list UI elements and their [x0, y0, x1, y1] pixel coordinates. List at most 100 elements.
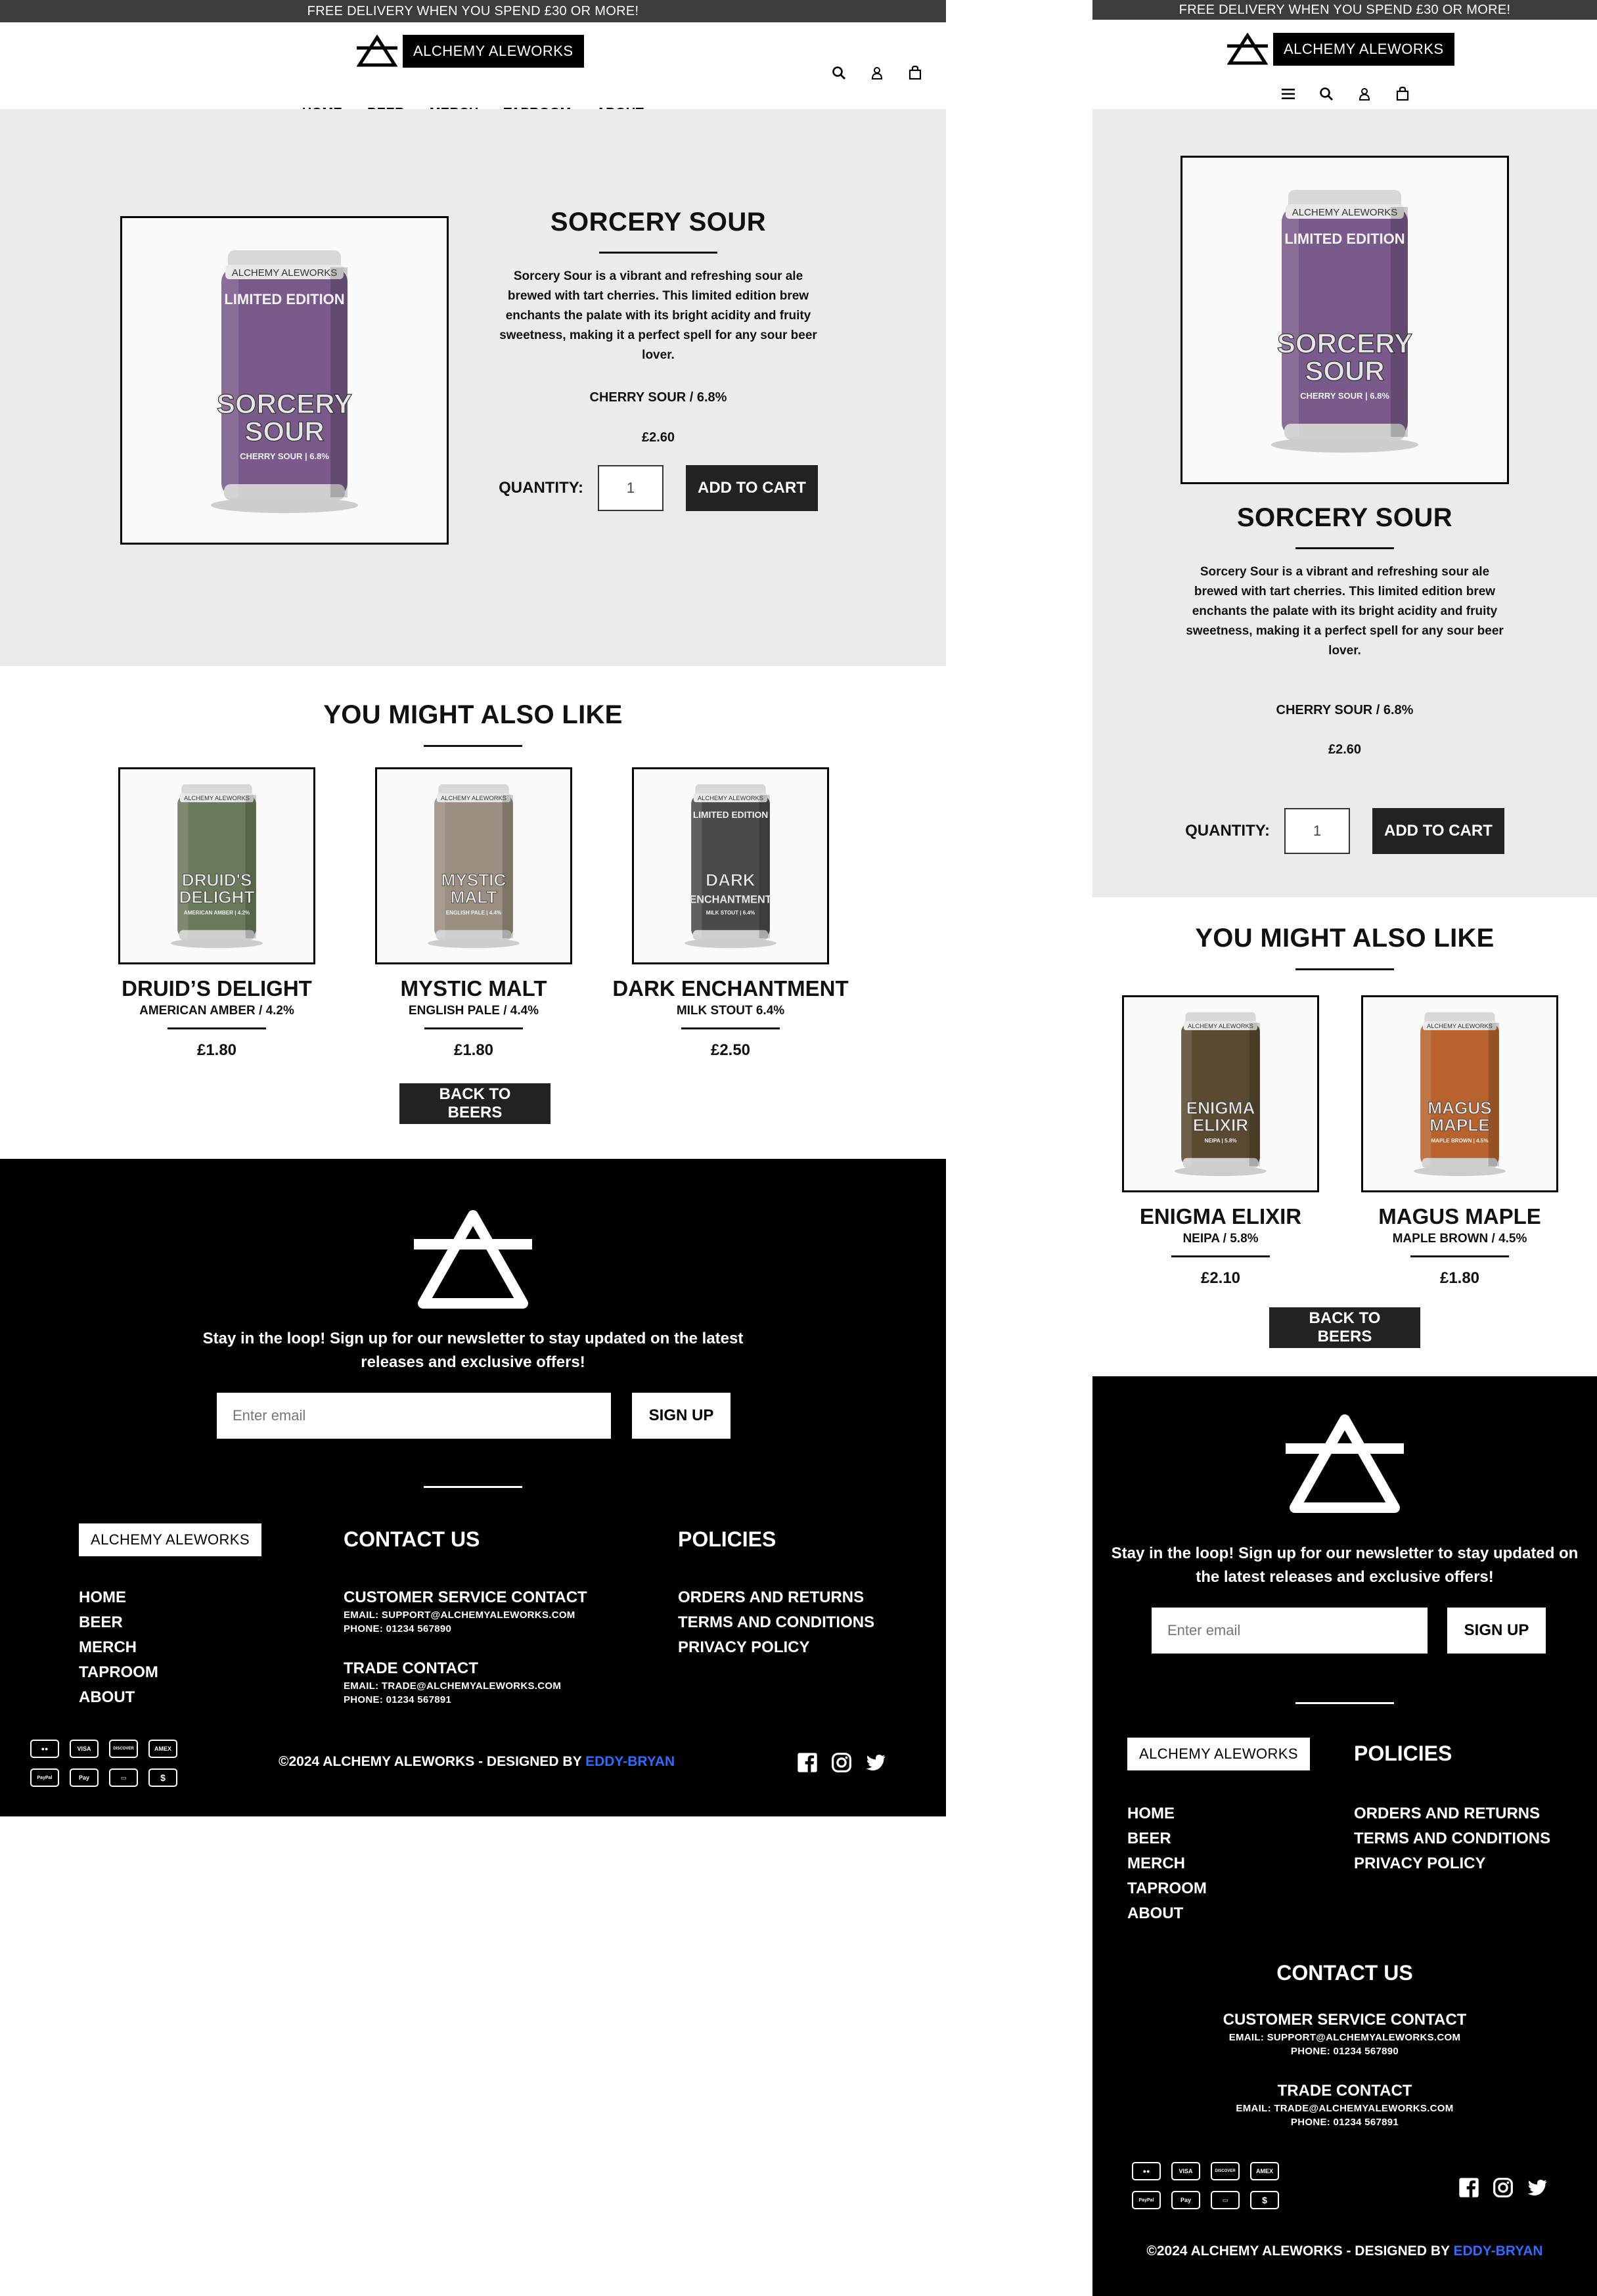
user-icon[interactable]: [867, 63, 887, 83]
policy-terms[interactable]: TERMS AND CONDITIONS: [678, 1613, 874, 1632]
footer-link-beer[interactable]: BEER: [79, 1613, 158, 1632]
facebook-icon[interactable]: [1458, 2176, 1480, 2199]
product-can-image: ALCHEMY ALEWORKS LIMITED EDITION SORCERY SO…: [206, 241, 363, 520]
svg-text:CHERRY SOUR | 6.8%: CHERRY SOUR | 6.8%: [1300, 391, 1389, 401]
related-image-frame: ALCHEMY ALEWORKS MYSTIC MALT ENGLISH PALE |…: [375, 767, 572, 964]
policy-orders-returns[interactable]: ORDERS AND RETURNS: [678, 1588, 874, 1607]
policy-terms[interactable]: TERMS AND CONDITIONS: [1354, 1830, 1550, 1848]
svg-text:ELIXIR: ELIXIR: [1193, 1115, 1248, 1135]
footer-link-about[interactable]: ABOUT: [1127, 1904, 1207, 1923]
related-name: DARK ENCHANTMENT: [612, 976, 849, 1001]
customer-service-email[interactable]: EMAIL: SUPPORT@ALCHEMYALEWORKS.COM: [1092, 2032, 1597, 2043]
related-price: £1.80: [1439, 1269, 1480, 1287]
footer-link-beer[interactable]: BEER: [1127, 1830, 1207, 1848]
search-icon[interactable]: [1316, 84, 1336, 104]
svg-text:DELIGHT: DELIGHT: [179, 887, 255, 907]
hamburger-icon[interactable]: [1278, 84, 1298, 104]
footer-link-merch[interactable]: MERCH: [1127, 1855, 1207, 1873]
trade-email[interactable]: EMAIL: TRADE@ALCHEMYALEWORKS.COM: [344, 1680, 561, 1692]
related-card[interactable]: ALCHEMY ALEWORKS MYSTIC MALT ENGLISH PALE |…: [342, 767, 605, 1060]
footer-link-home[interactable]: HOME: [1127, 1805, 1207, 1823]
customer-service-title: CUSTOMER SERVICE CONTACT: [344, 1588, 587, 1606]
quantity-input[interactable]: [1284, 808, 1350, 854]
svg-text:SORCERY: SORCERY: [217, 388, 352, 419]
card-icon: ▭: [1211, 2191, 1240, 2209]
payment-methods: ●● VISA DISCOVER AMEX PayPal Pay ▭ $: [30, 1740, 177, 1787]
svg-text:ALCHEMY ALEWORKS: ALCHEMY ALEWORKS: [1188, 1023, 1253, 1029]
svg-text:DARK: DARK: [706, 870, 755, 889]
policy-privacy[interactable]: PRIVACY POLICY: [678, 1638, 874, 1657]
related-can-image: ALCHEMY ALEWORKS MAGUS MAPLE MAPLE BROWN | …: [1410, 1006, 1509, 1182]
contact-heading: CONTACT US: [1276, 1961, 1413, 1985]
trade-email[interactable]: EMAIL: TRADE@ALCHEMYALEWORKS.COM: [1092, 2103, 1597, 2114]
related-card-divider: [424, 1027, 523, 1029]
mastercard-icon: ●●: [1132, 2162, 1161, 2180]
product-style: CHERRY SOUR / 6.8%: [589, 390, 727, 405]
footer-link-home[interactable]: HOME: [79, 1588, 158, 1607]
footer-logo[interactable]: ALCHEMY ALEWORKS: [79, 1523, 261, 1556]
footer-link-taproom[interactable]: TAPROOM: [1127, 1880, 1207, 1898]
related-card[interactable]: ALCHEMY ALEWORKS MAGUS MAPLE MAPLE BROWN | …: [1351, 995, 1568, 1288]
payment-methods: ●● VISA DISCOVER AMEX PayPal Pay ▭ $: [1132, 2162, 1279, 2209]
site-header: ALCHEMY ALEWORKS HOME BEER MERCH TAPROOM…: [0, 22, 946, 120]
related-card[interactable]: ALCHEMY ALEWORKS ENIGMA ELIXIR NEIPA | 5.8%…: [1112, 995, 1329, 1288]
quantity-row: QUANTITY: ADD TO CART: [494, 465, 822, 511]
footer-link-about[interactable]: ABOUT: [79, 1688, 158, 1707]
bag-icon[interactable]: [1393, 84, 1412, 104]
search-icon[interactable]: [829, 63, 849, 83]
product-price: £2.60: [1328, 742, 1362, 757]
product-hero: ALCHEMY ALEWORKS LIMITED EDITION SORCERY SO…: [0, 109, 946, 666]
product-price: £2.60: [641, 430, 675, 445]
customer-service-phone[interactable]: PHONE: 01234 567890: [344, 1623, 587, 1634]
designer-link[interactable]: EDDY-BRYAN: [1453, 2243, 1542, 2259]
policies-list: ORDERS AND RETURNS TERMS AND CONDITIONS …: [678, 1588, 874, 1657]
add-to-cart-button[interactable]: ADD TO CART: [685, 465, 818, 511]
newsletter-email-input[interactable]: [1152, 1608, 1428, 1654]
header-icons: [829, 63, 925, 83]
site-logo[interactable]: ALCHEMY ALEWORKS: [1227, 33, 1454, 66]
svg-text:MYSTIC: MYSTIC: [441, 870, 506, 889]
footer-link-taproom[interactable]: TAPROOM: [79, 1663, 158, 1682]
related-divider: [424, 745, 522, 747]
user-icon[interactable]: [1355, 84, 1374, 104]
mobile-header: ALCHEMY ALEWORKS: [1092, 20, 1597, 110]
related-card[interactable]: ALCHEMY ALEWORKS DRUID'S DELIGHT AMERICAN A…: [85, 767, 348, 1060]
add-to-cart-button[interactable]: ADD TO CART: [1372, 808, 1504, 854]
related-card-divider: [1171, 1255, 1270, 1257]
customer-service-title: CUSTOMER SERVICE CONTACT: [1223, 2011, 1467, 2029]
back-to-beers-button[interactable]: BACK TO BEERS: [1269, 1307, 1420, 1348]
related-card-divider: [681, 1027, 780, 1029]
facebook-icon[interactable]: [796, 1751, 819, 1774]
site-logo[interactable]: ALCHEMY ALEWORKS: [357, 35, 584, 68]
related-style: MILK STOUT 6.4%: [676, 1004, 785, 1018]
twitter-icon[interactable]: [865, 1751, 887, 1774]
footer-logo[interactable]: ALCHEMY ALEWORKS: [1127, 1738, 1310, 1770]
related-image-frame: ALCHEMY ALEWORKS ENIGMA ELIXIR NEIPA | 5.8%: [1122, 995, 1319, 1192]
svg-text:CHERRY SOUR | 6.8%: CHERRY SOUR | 6.8%: [240, 451, 329, 461]
customer-service-email[interactable]: EMAIL: SUPPORT@ALCHEMYALEWORKS.COM: [344, 1609, 587, 1621]
newsletter-email-input[interactable]: [217, 1393, 611, 1439]
quantity-input[interactable]: [597, 465, 664, 511]
policy-orders-returns[interactable]: ORDERS AND RETURNS: [1354, 1805, 1550, 1823]
policy-privacy[interactable]: PRIVACY POLICY: [1354, 1855, 1550, 1873]
trade-phone[interactable]: PHONE: 01234 567891: [1092, 2117, 1597, 2128]
svg-text:NEIPA | 5.8%: NEIPA | 5.8%: [1204, 1138, 1236, 1144]
footer-link-merch[interactable]: MERCH: [79, 1638, 158, 1657]
bag-icon[interactable]: [905, 63, 925, 83]
svg-text:SORCERY: SORCERY: [1277, 328, 1412, 359]
related-card[interactable]: ALCHEMY ALEWORKS LIMITED EDITION DARK ENCHA…: [599, 767, 862, 1060]
svg-text:MAGUS: MAGUS: [1428, 1098, 1491, 1117]
customer-service-phone[interactable]: PHONE: 01234 567890: [1092, 2046, 1597, 2057]
signup-button[interactable]: SIGN UP: [1447, 1608, 1546, 1654]
svg-text:MAPLE: MAPLE: [1429, 1115, 1490, 1135]
signup-button[interactable]: SIGN UP: [632, 1393, 731, 1439]
product-style: CHERRY SOUR / 6.8%: [1276, 703, 1414, 717]
designer-link[interactable]: EDDY-BRYAN: [585, 1754, 675, 1769]
twitter-icon[interactable]: [1526, 2176, 1548, 2199]
instagram-icon[interactable]: [1492, 2176, 1514, 2199]
trade-phone[interactable]: PHONE: 01234 567891: [344, 1694, 561, 1705]
instagram-icon[interactable]: [830, 1751, 853, 1774]
related-name: DRUID’S DELIGHT: [122, 976, 312, 1001]
back-to-beers-button[interactable]: BACK TO BEERS: [399, 1083, 551, 1124]
product-image-frame: ALCHEMY ALEWORKS LIMITED EDITION SORCERY SO…: [1181, 156, 1509, 484]
